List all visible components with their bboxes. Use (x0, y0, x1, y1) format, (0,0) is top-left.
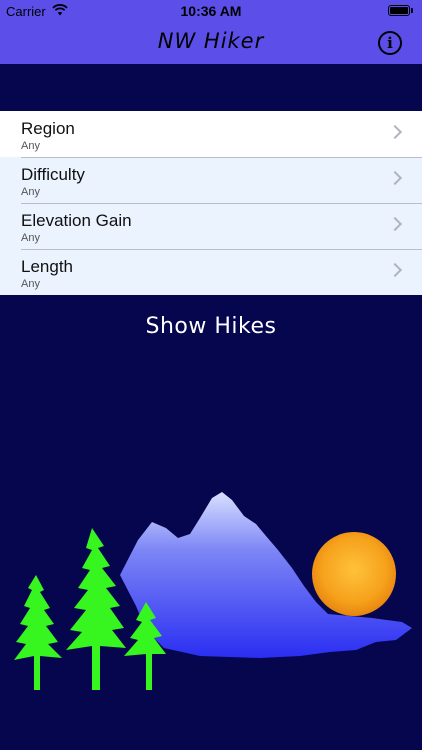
info-icon: i (387, 34, 393, 52)
filter-row-difficulty[interactable]: Difficulty Any (0, 157, 422, 203)
filter-list: Region Any Difficulty Any Elevation Gain… (0, 111, 422, 295)
filter-label: Elevation Gain (21, 211, 132, 230)
info-button[interactable]: i (378, 31, 402, 55)
filter-label: Difficulty (21, 165, 85, 184)
filter-value: Any (21, 278, 40, 290)
chevron-right-icon (387, 170, 403, 186)
filter-label: Region (21, 119, 75, 138)
filter-value: Any (21, 186, 40, 198)
filter-row-region[interactable]: Region Any (0, 111, 422, 157)
chevron-right-icon (387, 124, 403, 140)
show-hikes-button[interactable]: Show Hikes (0, 314, 422, 346)
chevron-right-icon (387, 216, 403, 232)
filter-value: Any (21, 140, 40, 152)
header-bar: Carrier 10:36 AM NW Hiker i (0, 0, 422, 64)
filter-row-elevation-gain[interactable]: Elevation Gain Any (0, 203, 422, 249)
filter-value: Any (21, 232, 40, 244)
filter-label: Length (21, 257, 73, 276)
filter-row-length[interactable]: Length Any (0, 249, 422, 295)
chevron-right-icon (387, 262, 403, 278)
battery-icon (388, 5, 413, 16)
status-time: 10:36 AM (180, 3, 242, 19)
nav-title: NW Hiker (157, 29, 265, 53)
status-bar: Carrier 10:36 AM (0, 0, 422, 22)
sun-shape (312, 532, 396, 616)
mountain-scene-illustration (14, 492, 412, 690)
